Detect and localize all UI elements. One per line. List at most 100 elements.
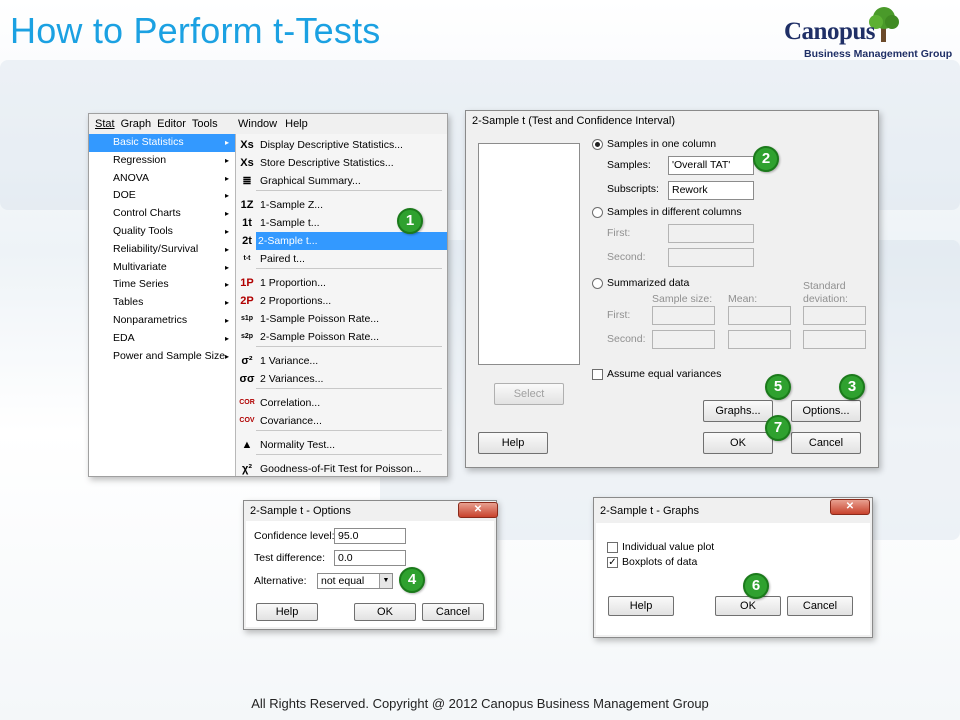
stat-menu-item[interactable]: EDA ▸ — [89, 330, 235, 348]
stat-menu-item[interactable]: Power and Sample Size ▸ — [89, 348, 235, 366]
submenu-item[interactable]: t-t Paired t... — [236, 250, 447, 268]
submenu-item-label: Graphical Summary... — [260, 175, 361, 187]
help-button[interactable]: Help — [478, 432, 548, 454]
submenu-item-label: Correlation... — [260, 397, 321, 409]
second-column-input[interactable] — [668, 248, 754, 267]
stat-menu: Basic Statistics ▸ Regression ▸ ANOVA ▸ DOE ▸ Co… — [89, 134, 236, 476]
submenu-item[interactable]: Xs Display Descriptive Statistics... — [236, 136, 447, 154]
submenu-item[interactable]: ≣ Graphical Summary... — [236, 172, 447, 190]
options-close-button[interactable]: ✕ — [458, 502, 498, 518]
menu-stat[interactable]: Stat — [95, 118, 115, 130]
menu-graph[interactable]: Graph — [121, 118, 152, 130]
dialog-title: 2-Sample t (Test and Confidence Interval… — [472, 115, 675, 127]
submenu-item[interactable]: 2t 2-Sample t... — [236, 232, 447, 250]
menu-help[interactable]: Help — [285, 118, 308, 130]
ok-button[interactable]: OK — [703, 432, 773, 454]
stat-menu-item[interactable]: Time Series ▸ — [89, 276, 235, 294]
two-sample-t-dialog: 2-Sample t (Test and Confidence Interval… — [465, 110, 879, 468]
submenu-item[interactable]: ▲ Normality Test... — [236, 436, 447, 454]
boxplots-checkbox[interactable]: ✓ — [607, 557, 618, 568]
stat-menu-item[interactable]: Multivariate ▸ — [89, 259, 235, 277]
stat-menu-item[interactable]: Nonparametrics ▸ — [89, 312, 235, 330]
radio-different-columns[interactable] — [592, 207, 603, 218]
stat-menu-item[interactable]: Control Charts ▸ — [89, 205, 235, 223]
assume-equal-checkbox[interactable] — [592, 369, 603, 380]
stat-menu-item[interactable]: DOE ▸ — [89, 187, 235, 205]
first-std-input[interactable] — [803, 306, 866, 325]
second-sample-size-input[interactable] — [652, 330, 715, 349]
submenu-item[interactable]: σ² 1 Variance... — [236, 352, 447, 370]
cancel-button[interactable]: Cancel — [791, 432, 861, 454]
stat-menu-item[interactable]: ANOVA ▸ — [89, 170, 235, 188]
label-summarized: Summarized data — [607, 277, 690, 289]
radio-one-column[interactable] — [592, 139, 603, 150]
step-badge-3: 3 — [839, 374, 865, 400]
submenu-item[interactable]: χ² Goodness-of-Fit Test for Poisson... — [236, 460, 447, 478]
stat-tool-icon: σσ — [239, 373, 255, 385]
options-ok-button[interactable]: OK — [354, 603, 416, 621]
first-column-input[interactable] — [668, 224, 754, 243]
confidence-level-input[interactable]: 95.0 — [334, 528, 406, 544]
submenu-item-label: 2 Variances... — [260, 373, 324, 385]
stat-menu-item[interactable]: Quality Tools ▸ — [89, 223, 235, 241]
stat-menu-item[interactable]: Regression ▸ — [89, 152, 235, 170]
submenu-item[interactable]: COR Correlation... — [236, 394, 447, 412]
graphs-cancel-button[interactable]: Cancel — [787, 596, 853, 616]
stat-menu-item[interactable]: Reliability/Survival ▸ — [89, 241, 235, 259]
menu-tools[interactable]: Tools — [192, 118, 218, 130]
radio-summarized[interactable] — [592, 278, 603, 289]
label-subscripts: Subscripts: — [607, 183, 659, 195]
submenu-item[interactable]: COV Covariance... — [236, 412, 447, 430]
graphs-ok-button[interactable]: OK — [715, 596, 781, 616]
stat-menu-item[interactable]: Tables ▸ — [89, 294, 235, 312]
copyright-footer: All Rights Reserved. Copyright @ 2012 Ca… — [251, 696, 709, 711]
submenu-item[interactable]: σσ 2 Variances... — [236, 370, 447, 388]
alternative-select[interactable]: not equal ▼ — [317, 573, 393, 589]
stat-tool-icon: 1P — [240, 277, 254, 289]
graphs-button[interactable]: Graphs... — [703, 400, 773, 422]
submenu-item[interactable]: 2P 2 Proportions... — [236, 292, 447, 310]
logo-name: Canopus — [784, 18, 876, 45]
menu-separator — [256, 430, 442, 431]
submenu-item[interactable]: s2p 2-Sample Poisson Rate... — [236, 328, 447, 346]
samples-input[interactable]: 'Overall TAT' — [668, 156, 754, 175]
stat-menu-item[interactable]: Basic Statistics ▸ — [89, 134, 235, 152]
submenu-item[interactable]: s1p 1-Sample Poisson Rate... — [236, 310, 447, 328]
first-mean-input[interactable] — [728, 306, 791, 325]
stat-menu-item-label: Reliability/Survival — [113, 242, 199, 255]
test-difference-input[interactable]: 0.0 — [334, 550, 406, 566]
menu-editor[interactable]: Editor — [157, 118, 186, 130]
label-individual-value: Individual value plot — [622, 541, 715, 553]
submenu-item-label: 2 Proportions... — [260, 295, 332, 307]
chevron-right-icon: ▸ — [224, 262, 229, 272]
options-button[interactable]: Options... — [791, 400, 861, 422]
chevron-right-icon: ▸ — [224, 280, 229, 290]
stat-tool-icon: 2t — [242, 235, 252, 247]
graphs-help-button[interactable]: Help — [608, 596, 674, 616]
individual-value-checkbox[interactable] — [607, 542, 618, 553]
submenu-item[interactable]: 1P 1 Proportion... — [236, 274, 447, 292]
stat-menu-item-label: EDA — [113, 331, 135, 344]
chevron-down-icon[interactable]: ▼ — [379, 574, 392, 588]
chevron-right-icon: ▸ — [224, 226, 229, 236]
label-different-columns: Samples in different columns — [607, 206, 742, 218]
subscripts-input[interactable]: Rework — [668, 181, 754, 200]
select-button[interactable]: Select — [494, 383, 564, 405]
graphs-close-button[interactable]: ✕ — [830, 499, 870, 515]
first-sample-size-input[interactable] — [652, 306, 715, 325]
stat-menu-item-label: Basic Statistics — [113, 136, 184, 148]
step-badge-4: 4 — [399, 567, 425, 593]
chevron-right-icon: ▸ — [224, 244, 229, 254]
second-std-input[interactable] — [803, 330, 866, 349]
stat-tool-icon: ≣ — [242, 175, 252, 187]
submenu-item[interactable]: Xs Store Descriptive Statistics... — [236, 154, 447, 172]
stat-menu-item-label: Tables — [113, 296, 144, 309]
second-mean-input[interactable] — [728, 330, 791, 349]
variable-list[interactable] — [478, 143, 580, 365]
stat-menu-item-label: Multivariate — [113, 260, 167, 273]
menu-window[interactable]: Window — [238, 118, 277, 130]
options-help-button[interactable]: Help — [256, 603, 318, 621]
options-cancel-button[interactable]: Cancel — [422, 603, 484, 621]
submenu-item-label: 1-Sample Poisson Rate... — [260, 313, 380, 325]
label-boxplots: Boxplots of data — [622, 556, 698, 568]
